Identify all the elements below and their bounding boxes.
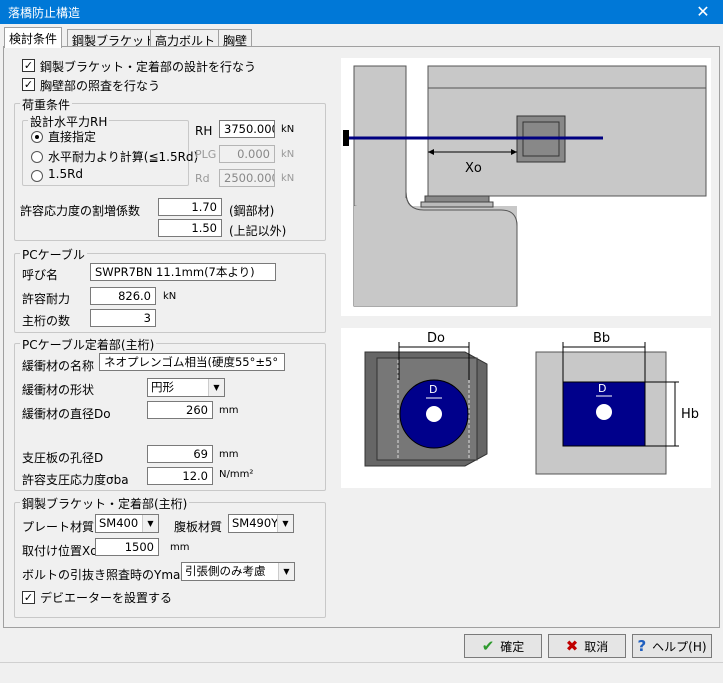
allowable-steel-input[interactable]: 1.70 <box>158 198 222 216</box>
help-button[interactable]: ? ヘルプ(H) <box>632 634 712 658</box>
radio-direct-label: 直接指定 <box>48 130 97 144</box>
cable-name-input[interactable]: SWPR7BN 11.1mm(7本より) <box>90 263 276 281</box>
bracket-design-label: 鋼製ブラケット・定着部の設計を行なう <box>40 60 257 74</box>
allowable-other-note: (上記以外) <box>229 224 287 238</box>
rd-unit: kN <box>281 173 295 184</box>
web-label: 腹板材質 <box>174 520 223 534</box>
rh-input[interactable]: 3750.000 <box>219 120 275 138</box>
ymax-value: 引張側のみ考慮 <box>185 564 266 578</box>
bb-label: Bb <box>593 331 610 346</box>
pc-cable-group-title: PCケーブル <box>20 246 87 263</box>
web-value: SM490Y <box>232 516 279 530</box>
plate-select[interactable]: SM400 ▼ <box>95 514 159 533</box>
girders-label: 主桁の数 <box>22 314 71 328</box>
radio-calc-label: 水平耐力より計算(≦1.5Rd) <box>48 150 199 164</box>
d-label-right: D <box>598 382 606 395</box>
cable-strength-label: 許容耐力 <box>22 292 71 306</box>
cushion-shape-value: 円形 <box>151 380 174 394</box>
ymax-label: ボルトの引抜き照査時のYmax <box>22 568 188 582</box>
cancel-label: 取消 <box>584 639 609 654</box>
cushion-dia-label: 緩衝材の直径Do <box>22 407 111 421</box>
plg-label: PLG <box>195 148 217 161</box>
bearing-input[interactable]: 12.0 <box>147 467 213 485</box>
plg-unit: kN <box>281 149 295 160</box>
hole-unit: mm <box>219 449 239 460</box>
cushion-name-input[interactable]: ネオプレンゴム相当(硬度55°±5° <box>99 353 285 371</box>
radio-direct[interactable] <box>31 131 43 143</box>
title-bar: 落橋防止構造 ✕ <box>0 0 723 24</box>
section-diagram: Do D Bb Hb D <box>341 328 711 488</box>
rh-label: RH <box>195 124 213 138</box>
web-select[interactable]: SM490Y ▼ <box>228 514 294 533</box>
tab-conditions[interactable]: 検討条件 <box>4 27 63 48</box>
position-unit: mm <box>170 542 190 553</box>
rh-unit: kN <box>281 124 295 135</box>
cross-icon: ✖ <box>565 637 579 655</box>
allowable-steel-note: (鋼部材) <box>229 204 275 218</box>
status-bar <box>0 662 723 683</box>
help-label: ヘルプ(H) <box>652 639 707 654</box>
deviator-label: デビエーターを設置する <box>40 591 173 605</box>
anchorage-group-title: PCケーブル定着部(主桁) <box>20 336 157 353</box>
bearing-label: 許容支圧応力度σba <box>22 473 129 487</box>
position-input[interactable]: 1500 <box>95 538 159 556</box>
deviator-checkbox[interactable]: ✓ <box>22 591 35 604</box>
help-icon: ? <box>637 637 647 655</box>
ok-label: 確定 <box>500 639 525 654</box>
section-svg: Do D Bb Hb D <box>364 331 699 475</box>
cushion-dia-input[interactable]: 260 <box>147 401 213 419</box>
d-label-left: D <box>429 383 437 396</box>
ymax-select[interactable]: 引張側のみ考慮 ▼ <box>181 562 295 581</box>
ok-button[interactable]: ✔ 確定 <box>464 634 542 658</box>
close-icon[interactable]: ✕ <box>689 1 717 23</box>
cushion-name-label: 緩衝材の名称 <box>22 359 95 373</box>
cancel-button[interactable]: ✖ 取消 <box>548 634 626 658</box>
rd-input[interactable]: 2500.000 <box>219 169 275 187</box>
radio-calc[interactable] <box>31 151 43 163</box>
load-group-title: 荷重条件 <box>20 96 73 113</box>
girders-input[interactable]: 3 <box>90 309 156 327</box>
allowable-label: 許容応力度の割増係数 <box>20 204 141 218</box>
cable-name-label: 呼び名 <box>22 268 59 282</box>
hb-label: Hb <box>681 407 699 422</box>
hole-label: 支圧板の孔径D <box>22 451 104 465</box>
radio-15rd-label: 1.5Rd <box>48 167 84 181</box>
chevron-down-icon: ▼ <box>208 379 224 396</box>
side-view-diagram: Xo <box>341 58 711 316</box>
hole-input[interactable]: 69 <box>147 445 213 463</box>
cable-strength-input[interactable]: 826.0 <box>90 287 156 305</box>
parapet-check-label: 胸壁部の照査を行なう <box>40 79 161 93</box>
chevron-down-icon: ▼ <box>277 515 293 532</box>
chevron-down-icon: ▼ <box>142 515 158 532</box>
cushion-dia-unit: mm <box>219 405 239 416</box>
xo-label: Xo <box>465 161 482 176</box>
cushion-shape-label: 緩衝材の形状 <box>22 383 95 397</box>
cable-strength-unit: kN <box>163 291 177 302</box>
radio-15rd[interactable] <box>31 170 43 182</box>
rd-label: Rd <box>195 172 210 185</box>
cushion-shape-select[interactable]: 円形 ▼ <box>147 378 225 397</box>
bracket-group-title: 鋼製ブラケット・定着部(主桁) <box>20 495 190 512</box>
side-view-svg: Xo <box>343 65 707 307</box>
check-icon: ✔ <box>481 637 495 655</box>
plate-value: SM400 <box>99 516 139 530</box>
allowable-other-input[interactable]: 1.50 <box>158 219 222 237</box>
plate-label: プレート材質 <box>22 520 95 534</box>
parapet-check-checkbox[interactable]: ✓ <box>22 78 35 91</box>
window-title: 落橋防止構造 <box>8 6 81 20</box>
plg-input[interactable]: 0.000 <box>219 145 275 163</box>
bearing-unit: N/mm² <box>219 469 254 480</box>
bracket-design-checkbox[interactable]: ✓ <box>22 59 35 72</box>
position-label: 取付け位置Xo <box>22 544 98 558</box>
chevron-down-icon: ▼ <box>278 563 294 580</box>
do-label: Do <box>427 331 445 346</box>
